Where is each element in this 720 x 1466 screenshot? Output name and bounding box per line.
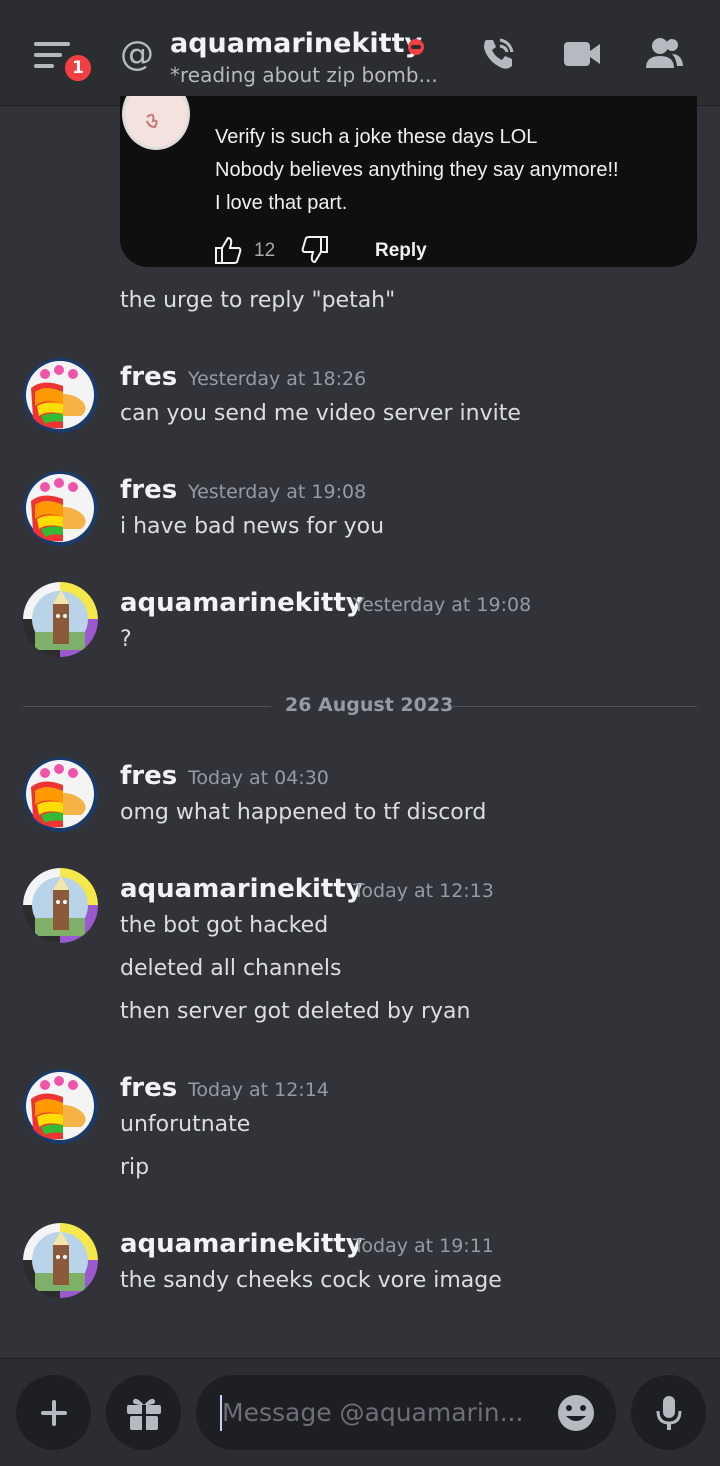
dm-title[interactable]: aquamarinekitty xyxy=(170,28,422,59)
message-timestamp: Today at 12:14 xyxy=(188,1079,329,1101)
message-text: then server got deleted by ryan xyxy=(120,999,471,1024)
gift-icon xyxy=(126,1398,161,1430)
channel-header: 1 @ aquamarinekitty *reading about zip b… xyxy=(0,0,720,106)
message-author[interactable]: aquamarinekitty xyxy=(120,588,363,618)
message-text: unforutnate xyxy=(120,1112,251,1137)
date-divider-line xyxy=(451,706,697,707)
voice-message-button[interactable] xyxy=(631,1375,706,1450)
message-timestamp: Yesterday at 18:26 xyxy=(188,368,367,390)
avatar-fres[interactable] xyxy=(23,358,98,433)
quoted-comment-line: Nobody believes anything they say anymor… xyxy=(215,159,619,181)
notification-badge: 1 xyxy=(62,52,94,84)
message-author[interactable]: aquamarinekitty xyxy=(120,1229,363,1259)
message-text: the bot got hacked xyxy=(120,913,329,938)
message-text: the urge to reply "petah" xyxy=(120,288,396,313)
gift-button[interactable] xyxy=(106,1375,181,1450)
video-camera-icon[interactable] xyxy=(562,34,602,74)
message-timestamp: Yesterday at 19:08 xyxy=(188,481,367,503)
image-attachment[interactable]: Verify is such a joke these days LOL Nob… xyxy=(120,96,697,267)
message-text: omg what happened to tf discord xyxy=(120,800,487,825)
message-text: rip xyxy=(120,1155,150,1180)
microphone-icon xyxy=(656,1395,681,1430)
add-attachment-button[interactable] xyxy=(16,1375,91,1450)
message-input-placeholder: Message @aquamarin... xyxy=(222,1398,524,1427)
quoted-comment-line: I love that part. xyxy=(215,192,348,214)
message-text: deleted all channels xyxy=(120,956,342,981)
message-text: can you send me video server invite xyxy=(120,401,521,426)
message-timestamp: Today at 12:13 xyxy=(353,880,494,902)
message-author[interactable]: fres xyxy=(120,475,177,505)
avatar-fres[interactable] xyxy=(23,1069,98,1144)
message-timestamp: Today at 19:11 xyxy=(353,1235,494,1257)
at-sign-icon: @ xyxy=(120,34,154,74)
message-author[interactable]: fres xyxy=(120,1073,177,1103)
message-author[interactable]: fres xyxy=(120,761,177,791)
quoted-comment-line: Verify is such a joke these days LOL xyxy=(215,126,538,148)
message-author[interactable]: fres xyxy=(120,362,177,392)
message-text: the sandy cheeks cock vore image xyxy=(120,1268,502,1293)
avatar-fres[interactable] xyxy=(23,757,98,832)
avatar-aquamarinekitty[interactable] xyxy=(23,582,98,657)
quoted-avatar xyxy=(122,96,190,150)
message-text: i have bad news for you xyxy=(120,514,385,539)
thumbs-up-icon xyxy=(215,236,242,264)
quoted-reply-label: Reply xyxy=(375,240,427,261)
emoji-icon[interactable] xyxy=(556,1393,596,1433)
phone-call-icon[interactable] xyxy=(478,34,518,74)
message-timestamp: Today at 04:30 xyxy=(188,767,329,789)
message-timestamp: Yesterday at 19:08 xyxy=(353,594,532,616)
thumbs-down-icon xyxy=(301,236,328,264)
members-icon[interactable] xyxy=(644,34,684,74)
avatar-aquamarinekitty[interactable] xyxy=(23,868,98,943)
avatar-fres[interactable] xyxy=(23,471,98,546)
message-author[interactable]: aquamarinekitty xyxy=(120,874,363,904)
date-divider-line xyxy=(23,706,271,707)
avatar-aquamarinekitty[interactable] xyxy=(23,1223,98,1298)
date-divider: 26 August 2023 xyxy=(285,694,454,716)
message-input[interactable]: Message @aquamarin... xyxy=(196,1375,616,1450)
plus-icon xyxy=(40,1399,67,1426)
custom-status: *reading about zip bomb... xyxy=(170,63,438,87)
like-count: 12 xyxy=(254,240,276,261)
do-not-disturb-status-icon xyxy=(408,39,424,55)
message-text: ? xyxy=(120,627,132,652)
